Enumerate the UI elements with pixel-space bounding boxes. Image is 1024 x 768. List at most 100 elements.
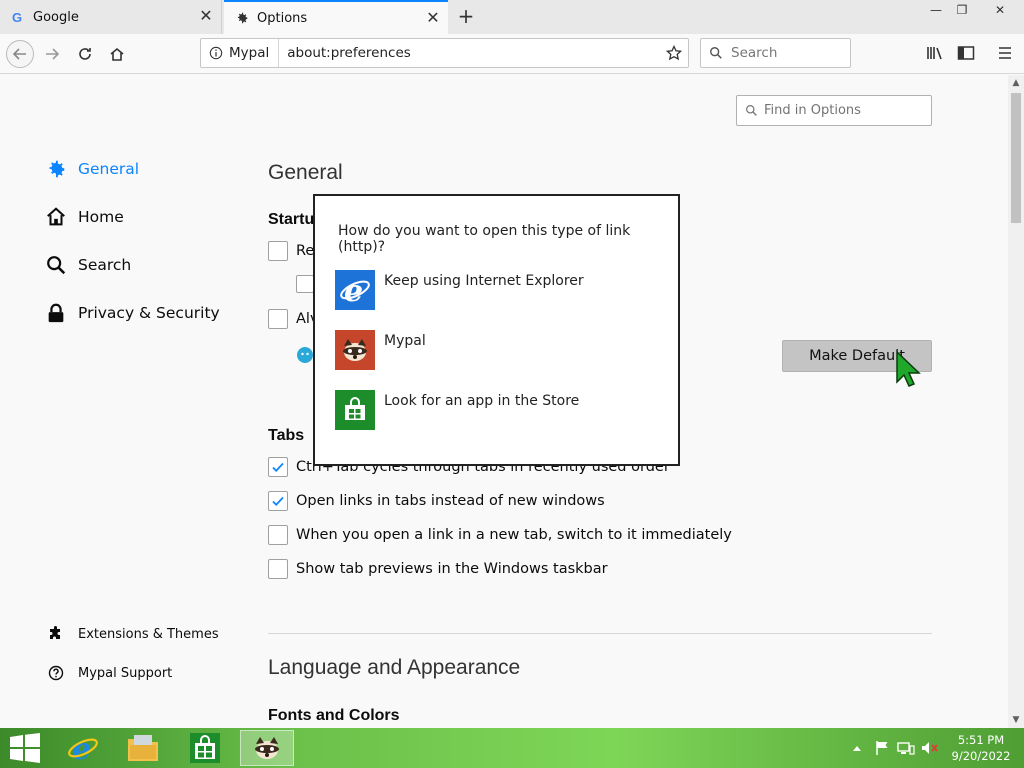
tab-option-tab-previews[interactable]: Show tab previews in the Windows taskbar bbox=[268, 559, 608, 579]
site-identity[interactable]: Mypal bbox=[201, 39, 280, 67]
scroll-up-arrow-icon[interactable]: ▲ bbox=[1008, 75, 1024, 91]
mypal-icon bbox=[255, 737, 279, 759]
close-tab-icon[interactable]: ✕ bbox=[199, 8, 213, 24]
startup-checkbox-row-1[interactable]: Re bbox=[268, 241, 314, 261]
taskbar-store[interactable] bbox=[180, 730, 230, 766]
svg-text:e: e bbox=[72, 732, 91, 765]
checkbox-checked[interactable] bbox=[268, 457, 288, 477]
close-window-button[interactable]: ✕ bbox=[984, 0, 1016, 22]
library-icon bbox=[927, 47, 942, 60]
windows-logo-icon bbox=[10, 733, 40, 763]
checkbox[interactable] bbox=[268, 525, 288, 545]
sidebar-item-search[interactable]: Search bbox=[44, 253, 131, 277]
startup-checkbox-row-2[interactable]: Alv bbox=[268, 309, 319, 329]
extensions-label: Extensions & Themes bbox=[78, 626, 219, 642]
windows-taskbar: e 5:51 PM 9/20/2022 bbox=[0, 728, 1024, 768]
sidebar-item-privacy-security[interactable]: Privacy & Security bbox=[44, 301, 220, 325]
home-button[interactable] bbox=[103, 40, 131, 68]
chevron-up-icon bbox=[853, 746, 861, 751]
sidebar-item-label: Home bbox=[78, 208, 124, 226]
vertical-scrollbar[interactable]: ▲ ▼ bbox=[1008, 75, 1024, 728]
system-clock[interactable]: 5:51 PM 9/20/2022 bbox=[950, 732, 1012, 764]
mypal-support-link[interactable]: Mypal Support bbox=[47, 664, 172, 682]
identity-label: Mypal bbox=[229, 45, 270, 61]
search-icon bbox=[44, 253, 68, 277]
home-icon bbox=[110, 47, 124, 61]
hamburger-menu-icon bbox=[999, 47, 1011, 59]
checkbox[interactable] bbox=[268, 309, 288, 329]
arrow-left-icon bbox=[12, 48, 26, 60]
tab-strip: G Google ✕ Options ✕ + — ❐ ✕ bbox=[0, 0, 1024, 34]
checkmark-icon bbox=[272, 496, 284, 506]
internet-explorer-icon: e bbox=[335, 270, 375, 310]
tabs-heading: Tabs bbox=[268, 427, 305, 444]
network-icon[interactable] bbox=[896, 728, 916, 768]
sidebar-item-general[interactable]: General bbox=[44, 157, 139, 181]
taskbar-mypal[interactable] bbox=[240, 730, 294, 766]
home-icon bbox=[44, 205, 68, 229]
library-button[interactable] bbox=[924, 42, 946, 64]
navigation-toolbar: Mypal about:preferences Search bbox=[0, 34, 1024, 74]
taskbar-internet-explorer[interactable]: e bbox=[58, 730, 108, 766]
option-label: Look for an app in the Store bbox=[384, 393, 580, 409]
checkbox[interactable] bbox=[296, 275, 314, 293]
sidebar-icon bbox=[957, 46, 975, 60]
taskbar-file-explorer[interactable] bbox=[118, 730, 168, 766]
tab-options[interactable]: Options ✕ bbox=[224, 0, 448, 34]
language-appearance-title: Language and Appearance bbox=[268, 656, 521, 679]
checkbox-label: Show tab previews in the Windows taskbar bbox=[296, 561, 608, 577]
reload-button[interactable] bbox=[71, 40, 99, 68]
sidebar-toggle-button[interactable] bbox=[955, 42, 977, 64]
restore-button[interactable]: ❐ bbox=[946, 0, 978, 22]
mouse-cursor-icon bbox=[896, 350, 921, 387]
search-icon bbox=[746, 105, 757, 116]
svg-text:G: G bbox=[12, 10, 22, 24]
scrollbar-thumb[interactable] bbox=[1011, 93, 1021, 223]
close-tab-icon[interactable]: ✕ bbox=[426, 10, 440, 26]
scroll-down-arrow-icon[interactable]: ▼ bbox=[1008, 712, 1024, 728]
forward-button[interactable] bbox=[38, 40, 66, 68]
show-hidden-icons-button[interactable] bbox=[850, 728, 864, 768]
sidebar-item-home[interactable]: Home bbox=[44, 205, 124, 229]
checkmark-icon bbox=[272, 462, 284, 472]
checkbox-label: When you open a link in a new tab, switc… bbox=[296, 527, 732, 543]
gear-icon bbox=[44, 157, 68, 181]
internet-explorer-icon: e bbox=[68, 732, 98, 765]
store-icon bbox=[190, 733, 220, 763]
section-divider bbox=[268, 633, 932, 634]
folder-icon bbox=[128, 735, 158, 761]
sidebar-item-label: General bbox=[78, 160, 140, 178]
menu-button[interactable] bbox=[994, 42, 1016, 64]
url-bar[interactable]: Mypal about:preferences bbox=[200, 38, 689, 68]
default-browser-status-icon bbox=[296, 346, 314, 364]
option-store[interactable]: Look for an app in the Store bbox=[335, 390, 665, 432]
find-in-options-input[interactable]: Find in Options bbox=[736, 95, 932, 126]
action-center-flag-icon[interactable] bbox=[872, 728, 892, 768]
startup-heading: Startu bbox=[268, 211, 315, 228]
google-icon: G bbox=[10, 9, 26, 25]
tab-option-open-links[interactable]: Open links in tabs instead of new window… bbox=[268, 491, 605, 511]
tab-google[interactable]: G Google ✕ bbox=[0, 0, 222, 34]
url-text[interactable]: about:preferences bbox=[287, 45, 660, 61]
store-icon bbox=[335, 390, 375, 430]
extensions-themes-link[interactable]: Extensions & Themes bbox=[47, 625, 219, 643]
option-mypal[interactable]: Mypal bbox=[335, 330, 665, 372]
bookmark-star-icon[interactable] bbox=[660, 45, 688, 61]
option-label: Mypal bbox=[384, 333, 426, 349]
tab-option-switch-immediately[interactable]: When you open a link in a new tab, switc… bbox=[268, 525, 732, 545]
checkbox[interactable] bbox=[268, 559, 288, 579]
new-tab-button[interactable]: + bbox=[456, 6, 476, 26]
back-button[interactable] bbox=[6, 40, 34, 68]
clock-date: 9/20/2022 bbox=[951, 749, 1011, 763]
puzzle-icon bbox=[47, 625, 65, 643]
checkbox[interactable] bbox=[268, 241, 288, 261]
arrow-right-icon bbox=[46, 48, 60, 60]
checkbox-checked[interactable] bbox=[268, 491, 288, 511]
fonts-colors-heading: Fonts and Colors bbox=[268, 707, 400, 724]
info-icon bbox=[209, 46, 223, 60]
search-input[interactable]: Search bbox=[700, 38, 851, 68]
start-button[interactable] bbox=[0, 730, 50, 766]
option-internet-explorer[interactable]: e Keep using Internet Explorer bbox=[335, 270, 665, 312]
volume-muted-icon[interactable] bbox=[920, 728, 940, 768]
checkbox-label: Open links in tabs instead of new window… bbox=[296, 493, 605, 509]
